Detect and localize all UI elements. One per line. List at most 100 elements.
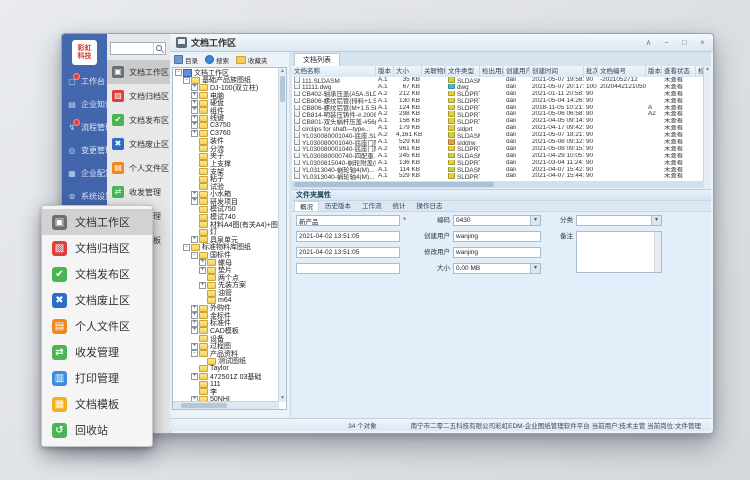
column-header-创建用户[interactable]: 创建用户 xyxy=(504,66,530,77)
tree-node[interactable]: +DJ-100(双立柱) xyxy=(174,84,278,92)
menu-item-文档模板[interactable]: ▦文档模板 xyxy=(42,391,152,417)
collapse-icon[interactable]: - xyxy=(183,244,190,251)
column-header-版本[interactable]: 版本 xyxy=(646,66,662,77)
tree-node[interactable]: 粘子 xyxy=(174,175,278,183)
expand-icon[interactable]: + xyxy=(191,312,198,319)
table-row[interactable]: YL0313040-蜗轮轴4(M)...A.1114 KBSLDASMdali2… xyxy=(292,167,704,174)
scroll-thumb[interactable] xyxy=(181,403,227,408)
dropdown-icon[interactable]: ▾ xyxy=(530,216,540,225)
collapse-icon[interactable]: - xyxy=(175,69,182,76)
menu-item-文档废止区[interactable]: ✖文档废止区 xyxy=(107,132,170,156)
scroll-up-icon[interactable]: ▲ xyxy=(704,66,711,73)
search-icon[interactable] xyxy=(153,43,165,54)
column-header-批次[interactable]: 批次 xyxy=(584,66,598,77)
menu-item-个人文件区[interactable]: ▤个人文件区 xyxy=(107,156,170,180)
table-row[interactable]: CB402-轴承压盖(A5A.SLDPRTA.2212 KBSLDPRTdali… xyxy=(292,91,704,98)
collapse-icon[interactable]: - xyxy=(183,77,190,84)
column-header-文档编号[interactable]: 文档编号 xyxy=(598,66,646,77)
table-row[interactable]: 11111.dwgA.167 KBdwgdali2021-05-07 20:17… xyxy=(292,84,704,91)
size-combo[interactable]: 0.00 MB ▾ xyxy=(453,263,541,274)
create-time-field[interactable] xyxy=(296,231,400,242)
properties-tab-历史版本[interactable]: 历史版本 xyxy=(320,201,356,211)
column-header-文件类型[interactable]: 文件类型 xyxy=(446,66,480,77)
tree-node[interactable]: 测试图纸 xyxy=(174,358,278,366)
expand-icon[interactable]: + xyxy=(191,373,198,380)
tree-node[interactable]: 油管 xyxy=(174,289,278,297)
expand-icon[interactable]: + xyxy=(191,343,198,350)
expand-icon[interactable]: + xyxy=(191,320,198,327)
expand-icon[interactable]: + xyxy=(191,236,198,243)
menu-item-收发管理[interactable]: ⇄收发管理 xyxy=(42,339,152,365)
scroll-thumb[interactable] xyxy=(280,76,285,102)
table-row[interactable]: 111.SLDASMA.135 KBSLDASMdali2021-05-07 1… xyxy=(292,77,704,84)
tree-node[interactable]: +线键 xyxy=(174,115,278,123)
tree-node[interactable]: +组件 xyxy=(174,107,278,115)
tree-node[interactable]: 分流 xyxy=(174,145,278,153)
expand-icon[interactable]: + xyxy=(191,305,198,312)
tree-node[interactable]: 李 xyxy=(174,388,278,396)
expand-icon[interactable]: + xyxy=(191,84,198,91)
search-input[interactable] xyxy=(111,43,153,54)
scroll-thumb[interactable] xyxy=(294,182,494,187)
textarea-scrollbar[interactable] xyxy=(654,232,661,272)
toolbar-button-收藏夹[interactable]: 收藏夹 xyxy=(234,54,270,66)
sidebar-nav-item[interactable]: ▦企业配置 xyxy=(62,162,107,185)
column-header-文档名称[interactable]: 文档名称 xyxy=(292,66,376,77)
menu-item-文档归档区[interactable]: ▨文档归档区 xyxy=(107,84,170,108)
expand-icon[interactable]: + xyxy=(191,107,198,114)
expand-icon[interactable]: + xyxy=(199,259,206,266)
menu-item-文档工作区[interactable]: ▣文档工作区 xyxy=(107,60,170,84)
name-field[interactable] xyxy=(296,215,400,226)
expand-icon[interactable]: + xyxy=(191,122,198,129)
expand-icon[interactable]: + xyxy=(191,327,198,334)
extra-field[interactable] xyxy=(296,263,400,274)
table-row[interactable]: YL030080001040-底座.SLDASMA.24,161 KBSLDAS… xyxy=(292,132,704,139)
maximize-button-icon[interactable]: □ xyxy=(680,34,689,52)
table-row[interactable]: YL030080000740-四配重.SLDASMA.1245 KBSLDASM… xyxy=(292,153,704,160)
menu-item-回收站[interactable]: ↺回收站 xyxy=(42,417,152,443)
tree-node[interactable]: 上支撑 xyxy=(174,160,278,168)
table-row[interactable]: CB806-螺纹铝管(排料+1.5(1...A.1130 KBSLDPRTdal… xyxy=(292,98,704,105)
category-combo[interactable]: ▾ xyxy=(576,215,662,226)
table-row[interactable]: YL030080001040-底座门限已...A.2961 KBSLDPRTda… xyxy=(292,146,704,153)
scroll-down-icon[interactable]: ▼ xyxy=(279,395,286,402)
tree-vertical-scrollbar[interactable]: ▲ ▼ xyxy=(278,68,286,402)
menu-item-收发管理[interactable]: ⇄收发管理 xyxy=(107,180,170,204)
table-row[interactable]: CB814-明装压铸件-#.2008100...A.2298 KBSLDPRTd… xyxy=(292,111,704,118)
expand-icon[interactable]: + xyxy=(191,130,198,137)
expand-icon[interactable]: + xyxy=(191,92,198,99)
scroll-up-icon[interactable]: ▲ xyxy=(279,68,286,75)
toolbar-button-目录[interactable]: 目录 xyxy=(172,54,200,66)
menu-item-个人文件区[interactable]: ▤个人文件区 xyxy=(42,313,152,339)
table-row[interactable]: CB801-双头蜗杆压盖-#56(1...A.1156 KBSLDPRTdali… xyxy=(292,118,704,125)
tree-node[interactable]: +C3760 xyxy=(174,130,278,138)
table-row[interactable]: YL030080001040-底座门限已...A.1529 KBslddrwda… xyxy=(292,139,704,146)
expand-icon[interactable]: + xyxy=(199,282,206,289)
tree-node[interactable]: +472501Z 03基础 xyxy=(174,373,278,381)
collapse-icon[interactable]: - xyxy=(191,350,198,357)
table-row[interactable]: circlips for shaft—type...A.1179 KBsldpr… xyxy=(292,125,704,132)
modify-user-field[interactable] xyxy=(453,247,541,258)
pin-button-icon[interactable]: ∧ xyxy=(644,34,653,52)
column-header-查看状态[interactable]: 查看状态 xyxy=(662,66,696,77)
properties-tab-概况[interactable]: 概况 xyxy=(294,201,319,211)
expand-icon[interactable]: + xyxy=(191,115,198,122)
tab-document-list[interactable]: 文档列表 xyxy=(294,53,340,66)
expand-icon[interactable]: + xyxy=(191,191,198,198)
properties-tab-工作流[interactable]: 工作流 xyxy=(357,201,387,211)
table-row[interactable]: YL0313040-蜗轮轴4(M)...A.1529 KBSLDPRTdali2… xyxy=(292,173,704,180)
tree-node[interactable]: +硬盘 xyxy=(174,99,278,107)
column-header-创建时间[interactable]: 创建时间 xyxy=(530,66,584,77)
code-combo[interactable]: 0430 ▾ xyxy=(453,215,541,226)
tree-node[interactable]: 材料A4图(有关A4)+图纸 xyxy=(174,221,278,229)
menu-item-打印管理[interactable]: ▥打印管理 xyxy=(42,365,152,391)
toolbar-button-搜索[interactable]: 搜索 xyxy=(203,54,231,66)
menu-item-文档归档区[interactable]: ▨文档归档区 xyxy=(42,235,152,261)
tree-horizontal-scrollbar[interactable] xyxy=(173,401,279,409)
sidebar-nav-item[interactable]: ↯流程管理 xyxy=(62,116,107,139)
tree-node[interactable]: +C3750 xyxy=(174,122,278,130)
table-row[interactable]: YL0300815040-蜗轮附盖(M)...A.1136 KBSLDPRTda… xyxy=(292,160,704,167)
menu-item-文档工作区[interactable]: ▣文档工作区 xyxy=(42,209,152,235)
tree-node[interactable]: +CAD模板 xyxy=(174,327,278,335)
modify-time-field[interactable] xyxy=(296,247,400,258)
